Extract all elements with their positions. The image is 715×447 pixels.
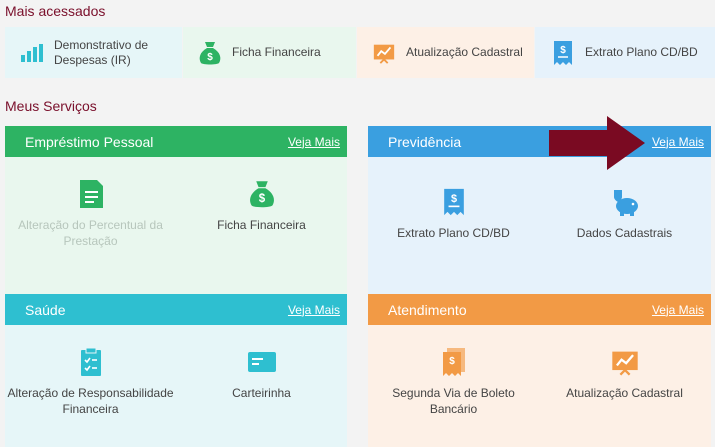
receipts-icon: $ bbox=[439, 347, 469, 377]
service-alteracao-responsabilidade[interactable]: Alteração de Responsabilidade Financeira bbox=[5, 347, 176, 417]
card-title: Empréstimo Pessoal bbox=[25, 133, 154, 150]
service-label: Ficha Financeira bbox=[217, 218, 306, 232]
service-segunda-via-boleto[interactable]: $ Segunda Via de Boleto Bancário bbox=[368, 347, 539, 417]
service-label: Segunda Via de Boleto Bancário bbox=[392, 386, 515, 416]
quick-link-label: Extrato Plano CD/BD bbox=[585, 45, 698, 59]
card-saude: Saúde Veja Mais Alteração de Responsabil… bbox=[5, 294, 347, 447]
see-more-link[interactable]: Veja Mais bbox=[288, 303, 340, 317]
service-label: Carteirinha bbox=[232, 386, 291, 400]
quick-link-label: Ficha Financeira bbox=[232, 45, 321, 59]
svg-text:$: $ bbox=[258, 193, 265, 205]
service-ficha-financeira[interactable]: $ Ficha Financeira bbox=[176, 179, 347, 233]
service-label: Extrato Plano CD/BD bbox=[397, 226, 510, 240]
arrow-annotation-icon bbox=[549, 116, 645, 170]
service-label: Alteração do Percentual da Prestação bbox=[18, 218, 163, 248]
service-label: Atualização Cadastral bbox=[566, 386, 683, 400]
card-title: Atendimento bbox=[388, 301, 467, 318]
card-header: Atendimento Veja Mais bbox=[368, 294, 711, 325]
service-label: Alteração de Responsabilidade Financeira bbox=[7, 386, 174, 416]
service-carteirinha[interactable]: Carteirinha bbox=[176, 347, 347, 401]
quick-link-label: Atualização Cadastral bbox=[406, 45, 523, 59]
service-extrato-plano[interactable]: $ Extrato Plano CD/BD bbox=[368, 187, 539, 241]
quick-link-ficha-financeira[interactable]: $ Ficha Financeira bbox=[183, 27, 356, 78]
card-previdencia: Previdência Veja Mais $ Extrato Plano CD… bbox=[368, 126, 711, 301]
quick-link-atualizacao-cadastral[interactable]: Atualização Cadastral bbox=[357, 27, 534, 78]
svg-text:$: $ bbox=[450, 193, 456, 205]
svg-text:$: $ bbox=[207, 52, 213, 63]
card-emprestimo-pessoal: Empréstimo Pessoal Veja Mais Alteração d… bbox=[5, 126, 347, 301]
card-body: $ Extrato Plano CD/BD Dados Cadastrais bbox=[368, 157, 711, 301]
service-alteracao-percentual[interactable]: Alteração do Percentual da Prestação bbox=[5, 179, 176, 249]
service-atualizacao-cadastral[interactable]: Atualização Cadastral bbox=[539, 347, 710, 401]
card-atendimento: Atendimento Veja Mais $ Segunda Via de B… bbox=[368, 294, 711, 447]
svg-text:$: $ bbox=[449, 356, 455, 367]
card-title: Saúde bbox=[25, 301, 66, 318]
trend-board-icon bbox=[610, 347, 640, 377]
service-label: Dados Cadastrais bbox=[576, 226, 673, 240]
clipboard-check-icon bbox=[76, 347, 106, 377]
section-title-my-services: Meus Serviços bbox=[5, 98, 97, 114]
card-icon bbox=[247, 347, 277, 377]
section-title-most-accessed: Mais acessados bbox=[5, 3, 106, 19]
bar-chart-icon bbox=[20, 41, 44, 65]
quick-link-extrato-plano[interactable]: $ Extrato Plano CD/BD bbox=[535, 27, 715, 78]
card-body: $ Segunda Via de Boleto Bancário Atualiz… bbox=[368, 325, 711, 447]
document-icon bbox=[76, 179, 106, 209]
piggy-bank-icon bbox=[610, 187, 640, 217]
money-bag-icon: $ bbox=[198, 41, 222, 65]
see-more-link[interactable]: Veja Mais bbox=[288, 135, 340, 149]
svg-text:$: $ bbox=[560, 45, 566, 56]
quick-link-label: Demonstrativo de Despesas (IR) bbox=[54, 37, 149, 67]
see-more-link[interactable]: Veja Mais bbox=[652, 303, 704, 317]
card-body: Alteração do Percentual da Prestação $ F… bbox=[5, 157, 347, 301]
service-dados-cadastrais[interactable]: Dados Cadastrais bbox=[539, 187, 710, 241]
card-title: Previdência bbox=[388, 133, 462, 150]
trend-board-icon bbox=[372, 41, 396, 65]
see-more-link[interactable]: Veja Mais bbox=[652, 135, 704, 149]
card-header: Saúde Veja Mais bbox=[5, 294, 347, 325]
card-header: Previdência Veja Mais bbox=[368, 126, 711, 157]
card-header: Empréstimo Pessoal Veja Mais bbox=[5, 126, 347, 157]
receipt-icon: $ bbox=[439, 187, 469, 217]
quick-link-demonstrativo[interactable]: Demonstrativo de Despesas (IR) bbox=[5, 27, 182, 78]
money-bag-icon: $ bbox=[247, 179, 277, 209]
receipt-icon: $ bbox=[551, 40, 575, 65]
card-body: Alteração de Responsabilidade Financeira… bbox=[5, 325, 347, 447]
